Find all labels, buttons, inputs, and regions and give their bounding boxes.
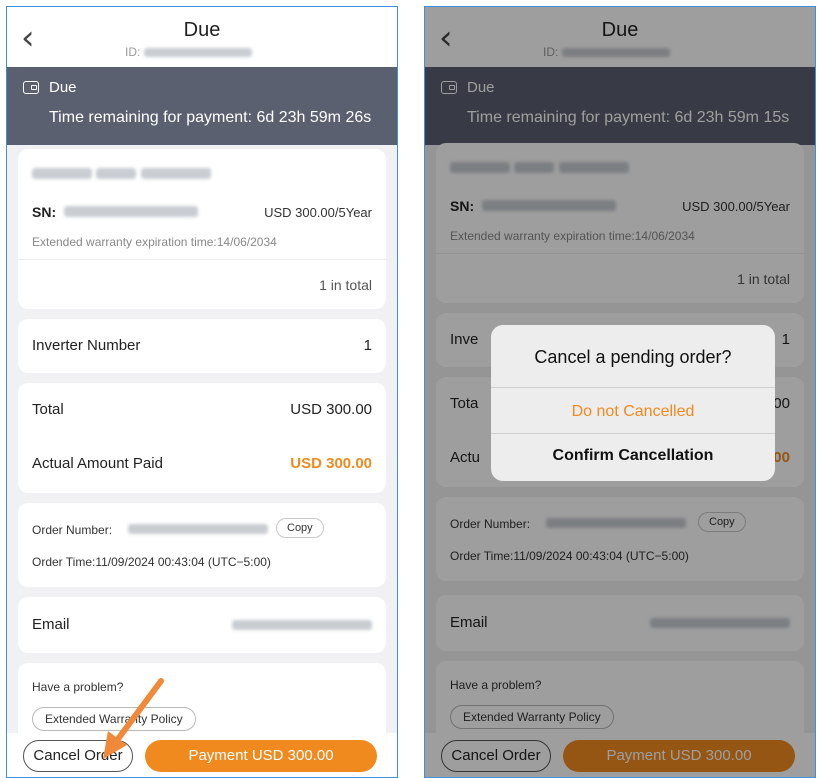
total-label: Total [32,401,64,418]
bottom-action-bar: Cancel Order Payment USD 300.00 [7,733,397,777]
status-label: Due [49,79,77,96]
product-name-redacted [32,165,211,183]
serial-number-redacted [64,206,198,217]
email-redacted [232,620,372,630]
inverter-number-label: Inverter Number [32,337,141,354]
order-number-redacted [128,524,268,534]
payment-button[interactable]: Payment USD 300.00 [145,740,377,772]
cancel-order-dialog: Cancel a pending order? Do not Cancelled… [491,325,775,481]
divider [491,433,775,434]
product-card: SN: USD 300.00/5Year Extended warranty e… [18,149,386,309]
serial-number-label: SN: [32,204,57,220]
payment-countdown: Time remaining for payment: 6d 23h 59m 2… [49,109,372,126]
inverter-number-value: 1 [363,337,372,354]
dialog-title: Cancel a pending order? [534,347,732,367]
email-label: Email [32,616,70,633]
actual-paid-value: USD 300.00 [290,455,372,472]
order-id-redacted [143,48,252,58]
order-screen-due: ‹ Due ID: Due Time remaining for payment… [6,6,398,778]
order-time: Order Time:11/09/2024 00:43:04 (UTC−5:00… [32,555,271,569]
amount-card: Total USD 300.00 Actual Amount Paid USD … [18,383,386,493]
wallet-icon [23,81,39,94]
warranty-expiration: Extended warranty expiration time:14/06/… [32,235,277,249]
confirm-cancellation-button[interactable]: Confirm Cancellation [491,447,775,465]
order-id-label: ID: [125,45,141,59]
order-id-row: ID: [125,45,252,59]
page-title: Due [183,19,221,41]
order-number-label: Order Number: [32,523,113,537]
order-info-card: Order Number: Copy Order Time:11/09/2024… [18,503,386,587]
total-value: USD 300.00 [290,401,372,418]
top-navigation-bar: ‹ Due ID: [7,7,397,67]
payment-status-banner: Due Time remaining for payment: 6d 23h 5… [7,67,397,145]
divider [491,387,775,388]
inverter-number-card: Inverter Number 1 [18,319,386,373]
do-not-cancel-button[interactable]: Do not Cancelled [491,403,775,421]
pointer-arrow-icon [103,678,164,759]
email-card: Email [18,597,386,653]
warranty-price: USD 300.00/5Year [264,205,372,220]
actual-paid-label: Actual Amount Paid [32,455,163,472]
item-total-count: 1 in total [319,277,372,293]
order-screen-cancel-dialog: ‹ Due ID: Due Time remaining for payment… [424,6,816,778]
divider [18,259,386,260]
copy-order-number-button[interactable]: Copy [276,518,324,538]
